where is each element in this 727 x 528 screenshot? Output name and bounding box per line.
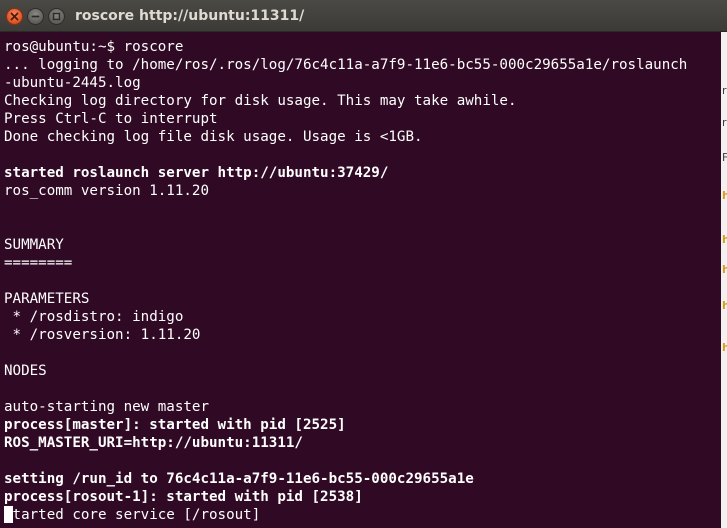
terminal-line: ros@ubuntu:~$ roscore bbox=[4, 39, 184, 55]
edge-glyph: h bbox=[722, 341, 727, 354]
edge-glyph: h bbox=[722, 299, 727, 312]
terminal-line: auto-starting new master bbox=[4, 399, 209, 415]
terminal-line: -ubuntu-2445.log bbox=[4, 75, 141, 91]
terminal-line: NODES bbox=[4, 363, 47, 379]
terminal-line: started roslaunch server http://ubuntu:3… bbox=[4, 165, 389, 181]
edge-glyph: F bbox=[722, 151, 727, 164]
terminal-output[interactable]: ros@ubuntu:~$ roscore ... logging to /hom… bbox=[0, 32, 721, 528]
terminal-line: process[master]: started with pid [2525] bbox=[4, 417, 346, 433]
terminal-window: roscore http://ubuntu:11311/ ros@ubuntu:… bbox=[0, 0, 727, 528]
maximize-icon bbox=[52, 12, 61, 21]
terminal-line: ROS_MASTER_URI=http://ubuntu:11311/ bbox=[4, 435, 303, 451]
minimize-icon bbox=[31, 15, 40, 18]
terminal-line: * /rosdistro: indigo bbox=[4, 309, 184, 325]
terminal-line: ... logging to /home/ros/.ros/log/76c4c1… bbox=[4, 57, 688, 73]
terminal-line: * /rosversion: 1.11.20 bbox=[4, 327, 201, 343]
background-window-edge bbox=[721, 32, 727, 528]
edge-glyph: r bbox=[722, 116, 727, 129]
window-title: roscore http://ubuntu:11311/ bbox=[75, 8, 305, 24]
terminal-line: process[rosout-1]: started with pid [253… bbox=[4, 489, 363, 505]
maximize-button[interactable] bbox=[48, 8, 65, 25]
edge-glyph: r bbox=[722, 84, 727, 97]
terminal-line: SUMMARY bbox=[4, 237, 64, 253]
terminal-line: setting /run_id to 76c4c11a-a7f9-11e6-bc… bbox=[4, 471, 474, 487]
edge-glyph: h bbox=[722, 263, 727, 276]
terminal-line: Press Ctrl-C to interrupt bbox=[4, 111, 218, 127]
terminal-line: Done checking log file disk usage. Usage… bbox=[4, 129, 423, 145]
minimize-button[interactable] bbox=[27, 8, 44, 25]
edge-glyph: h bbox=[722, 233, 727, 246]
title-bar[interactable]: roscore http://ubuntu:11311/ bbox=[0, 0, 727, 32]
close-icon bbox=[10, 12, 19, 21]
terminal-line: Checking log directory for disk usage. T… bbox=[4, 93, 517, 109]
terminal-line: ======== bbox=[4, 255, 73, 271]
close-button[interactable] bbox=[6, 8, 23, 25]
edge-glyph: h bbox=[722, 189, 727, 202]
terminal-line: PARAMETERS bbox=[4, 291, 90, 307]
terminal-line: ros_comm version 1.11.20 bbox=[4, 183, 209, 199]
terminal-line: started core service [/rosout] bbox=[4, 507, 261, 523]
